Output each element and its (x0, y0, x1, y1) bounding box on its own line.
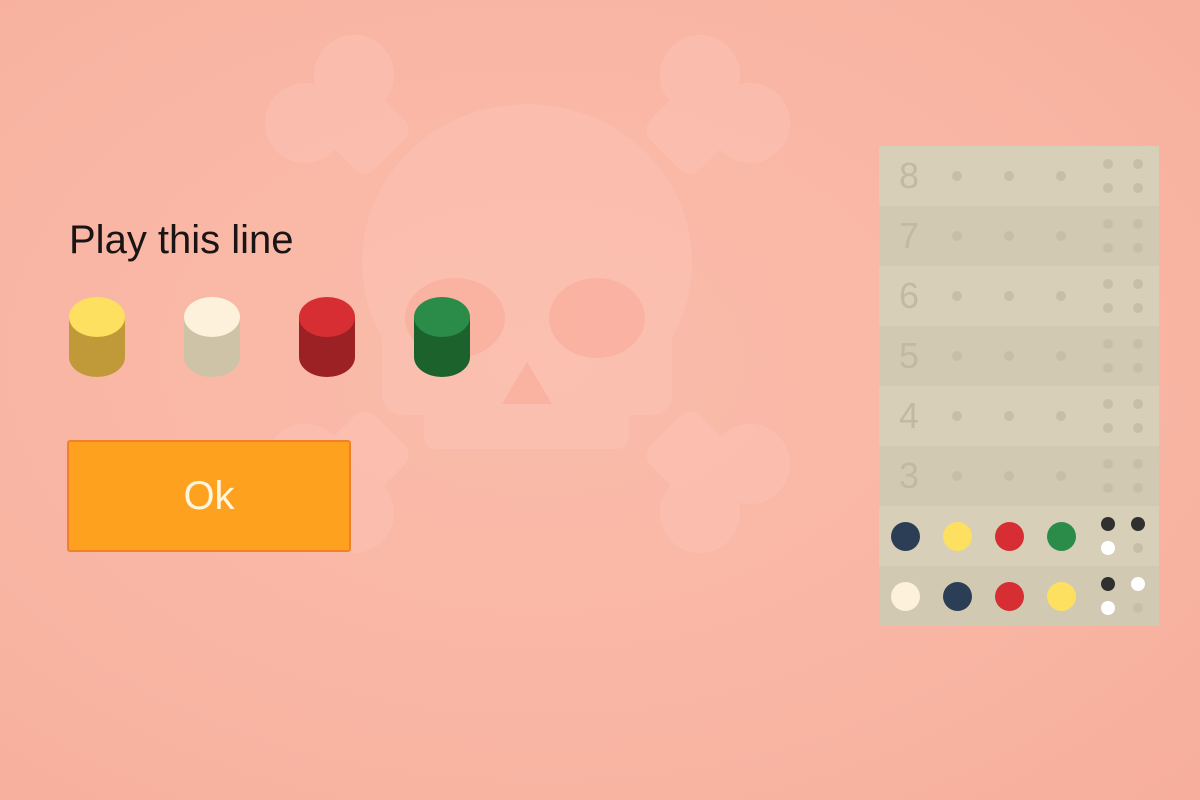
empty-hole (952, 171, 962, 181)
row-number: 5 (899, 335, 920, 376)
guess-peg-navy (890, 521, 920, 551)
guess-peg-navy (942, 581, 972, 611)
empty-hole (1004, 351, 1014, 361)
row-number: 6 (899, 275, 920, 316)
empty-hole (1004, 411, 1014, 421)
empty-hole (1056, 231, 1066, 241)
key-peg-empty (1103, 339, 1113, 349)
guess-peg-white (890, 581, 920, 611)
row-number: 3 (899, 455, 920, 496)
key-peg-empty (1133, 459, 1143, 469)
key-peg-empty (1103, 423, 1113, 433)
key-peg-empty (1133, 399, 1143, 409)
empty-hole (1004, 471, 1014, 481)
empty-hole (1004, 171, 1014, 181)
key-peg-empty (1103, 183, 1113, 193)
peg-yellow[interactable] (68, 296, 126, 378)
peg-red[interactable] (298, 296, 356, 378)
game-board: 8 7 6 5 4 3 (879, 146, 1159, 626)
board-row-7: 7 (879, 206, 1159, 266)
selected-pegs (68, 296, 488, 380)
key-peg-black (1101, 517, 1115, 531)
key-peg-white (1101, 601, 1115, 615)
key-peg-empty (1103, 219, 1113, 229)
row-number: 8 (899, 155, 920, 196)
empty-hole (1056, 351, 1066, 361)
board-row-6: 6 (879, 266, 1159, 326)
key-peg-empty (1103, 483, 1113, 493)
board-row-4: 4 (879, 386, 1159, 446)
empty-hole (1004, 231, 1014, 241)
board-row-2 (879, 506, 1159, 566)
board-row-8: 8 (879, 146, 1159, 206)
board-row-1 (879, 566, 1159, 626)
key-peg-white (1101, 541, 1115, 555)
key-peg-black (1101, 577, 1115, 591)
play-line-prompt: Play this line (69, 218, 294, 262)
row-number: 7 (899, 215, 920, 256)
empty-hole (1004, 291, 1014, 301)
row-number: 4 (899, 395, 920, 436)
guess-peg-red (994, 581, 1024, 611)
key-peg-empty (1103, 243, 1113, 253)
key-peg-empty (1133, 423, 1143, 433)
peg-white[interactable] (183, 296, 241, 378)
key-peg-black (1131, 517, 1145, 531)
key-peg-empty (1133, 543, 1143, 553)
key-peg-empty (1133, 183, 1143, 193)
guess-peg-red (994, 521, 1024, 551)
empty-hole (952, 231, 962, 241)
empty-hole (1056, 171, 1066, 181)
key-peg-empty (1133, 219, 1143, 229)
key-peg-empty (1133, 483, 1143, 493)
key-peg-empty (1133, 363, 1143, 373)
empty-hole (1056, 471, 1066, 481)
board-row-5: 5 (879, 326, 1159, 386)
key-peg-empty (1133, 339, 1143, 349)
key-peg-empty (1103, 363, 1113, 373)
key-peg-empty (1133, 243, 1143, 253)
guess-peg-yellow (942, 521, 972, 551)
key-peg-empty (1103, 159, 1113, 169)
empty-hole (952, 291, 962, 301)
key-peg-empty (1103, 459, 1113, 469)
empty-hole (1056, 291, 1066, 301)
board-row-3: 3 (879, 446, 1159, 506)
key-peg-white (1131, 577, 1145, 591)
guess-peg-yellow (1046, 581, 1076, 611)
empty-hole (952, 411, 962, 421)
key-peg-empty (1133, 159, 1143, 169)
key-peg-empty (1103, 303, 1113, 313)
ok-button[interactable]: Ok (67, 440, 351, 552)
empty-hole (1056, 411, 1066, 421)
empty-hole (952, 471, 962, 481)
key-peg-empty (1133, 279, 1143, 289)
key-peg-empty (1103, 279, 1113, 289)
key-peg-empty (1103, 399, 1113, 409)
key-peg-empty (1133, 303, 1143, 313)
guess-peg-green (1046, 521, 1076, 551)
empty-hole (952, 351, 962, 361)
peg-green[interactable] (413, 296, 471, 378)
key-peg-empty (1133, 603, 1143, 613)
